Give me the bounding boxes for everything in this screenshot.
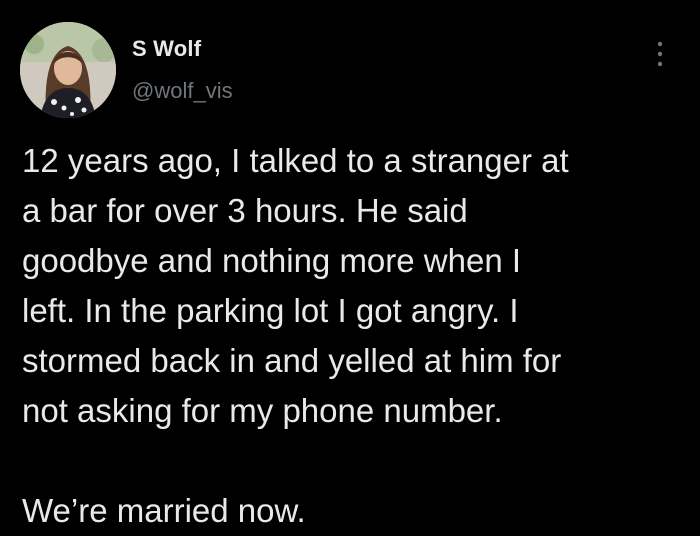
tweet-line: left. In the parking lot I got angry. I [22,292,519,329]
display-name[interactable]: S Wolf [132,36,201,62]
user-handle[interactable]: @wolf_vis [132,78,233,104]
profile-photo-icon [20,22,116,118]
tweet-line: We’re married now. [22,492,306,529]
more-options-button[interactable] [648,36,672,72]
tweet-line: not asking for my phone number. [22,392,503,429]
more-vertical-icon [657,41,663,67]
tweet-line: goodbye and nothing more when I [22,242,522,279]
tweet-text: 12 years ago, I talked to a stranger at … [22,136,672,536]
avatar[interactable] [20,22,116,118]
tweet-line: a bar for over 3 hours. He said [22,192,468,229]
tweet-line: 12 years ago, I talked to a stranger at [22,142,569,179]
tweet-card: S Wolf @wolf_vis 12 years ago, I talked … [0,0,700,529]
paragraph-break [22,436,672,486]
tweet-line: stormed back in and yelled at him for [22,342,562,379]
